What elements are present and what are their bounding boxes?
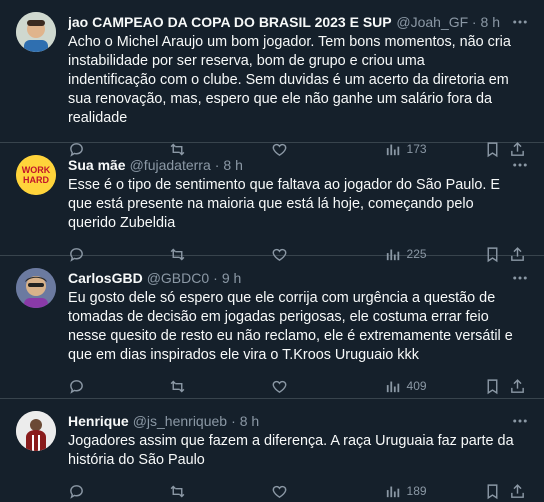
retweet-icon bbox=[170, 380, 185, 392]
tweet-text: Acho o Michel Araujo um bom jogador. Tem… bbox=[68, 34, 511, 126]
avatar-label: HARD bbox=[23, 175, 49, 185]
share-icon bbox=[511, 483, 524, 498]
views-count: 409 bbox=[406, 379, 427, 393]
author-name[interactable]: Henrique bbox=[68, 411, 129, 431]
separator: · bbox=[471, 14, 477, 30]
like-icon bbox=[273, 485, 287, 498]
author-handle[interactable]: @GBDC0 bbox=[147, 268, 209, 288]
like-icon bbox=[273, 380, 287, 393]
tweet[interactable]: WORK HARD Sua mãe @fujadaterra · 8 h Ess… bbox=[0, 143, 544, 262]
like-button[interactable] bbox=[271, 378, 383, 395]
reply-icon bbox=[70, 484, 83, 499]
retweet-button[interactable] bbox=[169, 378, 272, 395]
timestamp[interactable]: 9 h bbox=[222, 268, 241, 288]
avatar[interactable] bbox=[16, 268, 56, 308]
author-handle[interactable]: @fujadaterra bbox=[130, 155, 211, 175]
action-bar: 409 bbox=[68, 369, 528, 403]
timestamp[interactable]: 8 h bbox=[223, 155, 242, 175]
more-icon[interactable] bbox=[510, 411, 530, 431]
tweet[interactable]: jao CAMPEAO DA COPA DO BRASIL 2023 E SUP… bbox=[0, 0, 544, 157]
views-count: 189 bbox=[406, 484, 427, 498]
views-icon bbox=[386, 381, 399, 392]
more-icon[interactable] bbox=[510, 12, 530, 32]
like-button[interactable] bbox=[271, 483, 383, 500]
author-name[interactable]: CarlosGBD bbox=[68, 268, 143, 288]
tweet[interactable]: Henrique @js_henriqueb · 8 h Jogadores a… bbox=[0, 399, 544, 502]
views-button[interactable]: 409 bbox=[384, 378, 485, 395]
retweet-icon bbox=[170, 485, 185, 497]
tweet-header: CarlosGBD @GBDC0 · 9 h bbox=[68, 268, 528, 288]
tweet[interactable]: CarlosGBD @GBDC0 · 9 h Eu gosto dele só … bbox=[0, 256, 544, 399]
tweet-text: Esse é o tipo de sentimento que faltava … bbox=[68, 177, 501, 231]
author-handle[interactable]: @js_henriqueb bbox=[133, 411, 227, 431]
separator: · bbox=[214, 157, 220, 173]
share-button[interactable] bbox=[509, 378, 528, 395]
views-button[interactable]: 189 bbox=[384, 483, 485, 500]
share-icon bbox=[511, 378, 524, 393]
more-icon[interactable] bbox=[510, 155, 530, 175]
separator: · bbox=[213, 270, 218, 286]
avatar[interactable]: WORK HARD bbox=[16, 155, 56, 195]
more-icon[interactable] bbox=[510, 268, 530, 288]
views-icon bbox=[386, 486, 399, 497]
timeline: jao CAMPEAO DA COPA DO BRASIL 2023 E SUP… bbox=[0, 0, 544, 502]
author-handle[interactable]: @Joah_GFN bbox=[396, 12, 467, 32]
action-bar: 189 bbox=[68, 474, 528, 502]
author-name[interactable]: Sua mãe bbox=[68, 155, 126, 175]
avatar[interactable] bbox=[16, 12, 56, 52]
bookmark-icon bbox=[487, 483, 498, 499]
separator: · bbox=[231, 413, 236, 429]
timestamp[interactable]: 8 h bbox=[481, 12, 500, 32]
bookmark-icon bbox=[487, 378, 498, 394]
tweet-header: Sua mãe @fujadaterra · 8 h bbox=[68, 155, 528, 175]
tweet-header: Henrique @js_henriqueb · 8 h bbox=[68, 411, 528, 431]
avatar[interactable] bbox=[16, 411, 56, 451]
bookmark-button[interactable] bbox=[484, 378, 509, 395]
bookmark-button[interactable] bbox=[484, 483, 509, 500]
tweet-text: Jogadores assim que fazem a diferença. A… bbox=[68, 433, 514, 468]
reply-button[interactable] bbox=[68, 483, 169, 500]
reply-icon bbox=[70, 379, 83, 394]
retweet-button[interactable] bbox=[169, 483, 272, 500]
timestamp[interactable]: 8 h bbox=[240, 411, 259, 431]
share-button[interactable] bbox=[509, 483, 528, 500]
tweet-header: jao CAMPEAO DA COPA DO BRASIL 2023 E SUP… bbox=[68, 12, 528, 32]
author-name[interactable]: jao CAMPEAO DA COPA DO BRASIL 2023 E SUP… bbox=[68, 12, 392, 32]
reply-button[interactable] bbox=[68, 378, 169, 395]
tweet-text: Eu gosto dele só espero que ele corrija … bbox=[68, 290, 513, 363]
avatar-label: WORK bbox=[22, 165, 51, 175]
